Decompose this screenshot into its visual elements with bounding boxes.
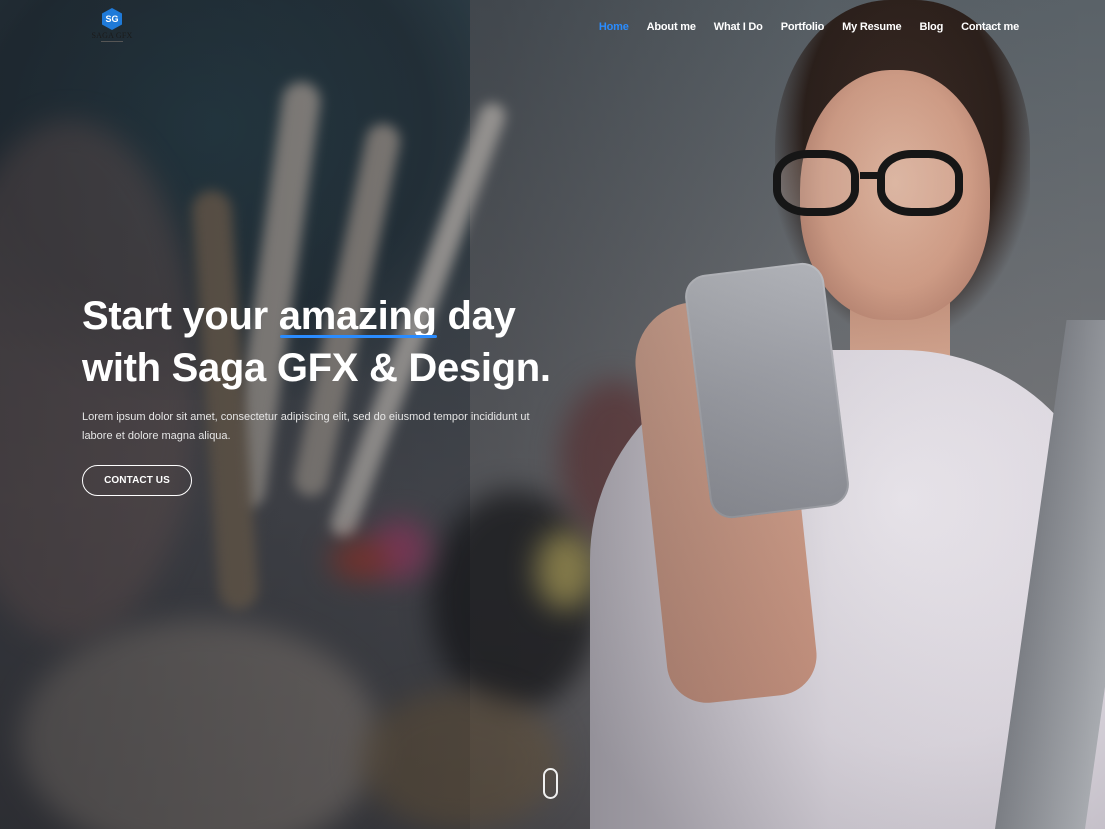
nav-item-home[interactable]: Home: [599, 21, 629, 33]
logo-text: SAGA GFX: [91, 31, 133, 40]
nav-item-what-i-do[interactable]: What I Do: [714, 21, 763, 33]
mouse-scroll-icon[interactable]: [543, 768, 558, 799]
hero-description: Lorem ipsum dolor sit amet, consectetur …: [82, 411, 530, 442]
contact-us-button[interactable]: CONTACT US: [82, 465, 192, 496]
nav-item-about-me[interactable]: About me: [647, 21, 696, 33]
site-header: SG SAGA GFX Home About me What I Do Port…: [0, 0, 1105, 60]
main-navigation: Home About me What I Do Portfolio My Res…: [599, 21, 1019, 33]
hero-title: Start your amazing day with Saga GFX & D…: [82, 290, 552, 394]
nav-item-blog[interactable]: Blog: [919, 21, 943, 33]
hero-section: Start your amazing day with Saga GFX & D…: [82, 290, 552, 496]
saga-gfx-hexagon-logo-icon: SG: [102, 8, 122, 30]
nav-item-my-resume[interactable]: My Resume: [842, 21, 902, 33]
hero-title-highlight: amazing: [279, 290, 437, 342]
hero-title-part1: Start your: [82, 294, 279, 338]
nav-item-portfolio[interactable]: Portfolio: [781, 21, 825, 33]
logo-underline: [101, 41, 123, 42]
site-logo[interactable]: SG SAGA GFX: [92, 8, 132, 46]
nav-item-contact-me[interactable]: Contact me: [961, 21, 1019, 33]
